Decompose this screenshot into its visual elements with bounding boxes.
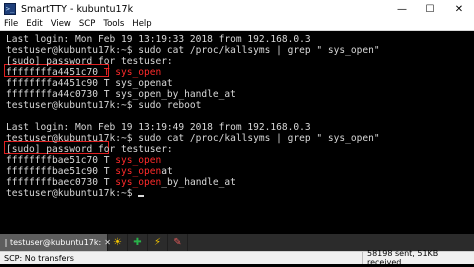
terminal-line: testuser@kubuntu17k:~$ sudo reboot — [6, 100, 201, 111]
terminal-line: testuser@kubuntu17k:~$ — [6, 188, 145, 199]
terminal-line: ffffffffbae51c70 T sys_open — [6, 155, 161, 166]
terminal-text: ffffffffa4451c90 T sys_openat — [6, 78, 173, 89]
terminal-text: _by_handle_at — [161, 177, 236, 188]
terminal-line: ffffffffa44c0730 T sys_open_by_handle_at — [6, 89, 236, 100]
terminal-scrollbar[interactable] — [465, 31, 474, 234]
menu-view[interactable]: View — [47, 18, 75, 30]
highlighted-text: sys_open — [115, 67, 162, 78]
terminal-line: ffffffffa4451c90 T sys_openat — [6, 78, 173, 89]
terminal-line: ffffffffbae51c90 T sys_openat — [6, 166, 173, 177]
terminal-text: Last login: Mon Feb 19 13:19:49 2018 fro… — [6, 122, 311, 133]
terminal-text: testuser@kubuntu17k:~$ sudo reboot — [6, 100, 202, 111]
terminal-output[interactable]: Last login: Mon Feb 19 13:19:33 2018 fro… — [0, 31, 474, 234]
terminal-text: [sudo] password for testuser: — [6, 56, 173, 67]
terminal-tab-icon — [5, 238, 7, 247]
terminal-line: ffffffffa4451c70 T sys_open — [6, 67, 161, 78]
highlighted-text: sys_open — [115, 166, 162, 177]
terminal-line: Last login: Mon Feb 19 13:19:49 2018 fro… — [6, 122, 311, 133]
window-title: SmartTTY - kubuntu17k — [21, 3, 134, 15]
menu-tools[interactable]: Tools — [99, 18, 128, 30]
terminal-text: testuser@kubuntu17k:~$ sudo cat /proc/ka… — [6, 133, 380, 144]
minimize-button[interactable]: — — [388, 0, 416, 18]
menu-bar: File Edit View SCP Tools Help — [0, 18, 474, 31]
terminal-text: at — [161, 166, 173, 177]
terminal-text: ffffffffa44c0730 T sys_open_by_handle_at — [6, 89, 236, 100]
terminal-line: [sudo] password for testuser: — [6, 56, 173, 67]
terminal-line: Last login: Mon Feb 19 13:19:33 2018 fro… — [6, 34, 311, 45]
plus-icon[interactable]: ✚ — [128, 234, 148, 251]
close-button[interactable]: ✕ — [444, 0, 474, 18]
transfer-stats: 58198 sent, 51KB received — [362, 249, 474, 267]
highlighted-text: sys_open — [115, 155, 162, 166]
terminal-text: Last login: Mon Feb 19 13:19:33 2018 fro… — [6, 34, 311, 45]
terminal-text: testuser@kubuntu17k:~$ sudo cat /proc/ka… — [6, 45, 380, 56]
terminal-text: ffffffffbaec0730 T — [6, 177, 116, 188]
sun-icon[interactable]: ☀ — [108, 234, 128, 251]
terminal-text: testuser@kubuntu17k:~$ — [6, 188, 139, 199]
status-bar: SCP: No transfers 58198 sent, 51KB recei… — [0, 249, 474, 267]
terminal-icon: >_ — [4, 3, 16, 15]
title-bar: >_ SmartTTY - kubuntu17k — ☐ ✕ — [0, 0, 474, 18]
terminal-text: ffffffffbae51c70 T — [6, 155, 116, 166]
terminal-line: ffffffffbaec0730 T sys_open_by_handle_at — [6, 177, 236, 188]
tab-session[interactable]: testuser@kubuntu17k: ✕ — [0, 234, 111, 251]
maximize-button[interactable]: ☐ — [416, 0, 444, 18]
terminal-line: testuser@kubuntu17k:~$ sudo cat /proc/ka… — [6, 45, 380, 56]
scp-status: SCP: No transfers — [4, 253, 74, 263]
menu-edit[interactable]: Edit — [22, 18, 46, 30]
terminal-text: ffffffffa4451c70 — [6, 67, 98, 78]
lightning-icon[interactable]: ⚡ — [148, 234, 168, 251]
terminal-line: testuser@kubuntu17k:~$ sudo cat /proc/ka… — [6, 133, 380, 144]
highlighted-text: sys_open — [115, 177, 162, 188]
pencil-icon[interactable]: ✎ — [168, 234, 188, 251]
terminal-text: ffffffffbae51c90 T — [6, 166, 116, 177]
menu-help[interactable]: Help — [128, 18, 155, 30]
terminal-text: [sudo] password for testuser: — [6, 144, 173, 155]
tab-label: testuser@kubuntu17k: — [10, 238, 102, 247]
menu-scp[interactable]: SCP — [75, 18, 99, 30]
text-cursor — [138, 195, 145, 197]
terminal-line: [sudo] password for testuser: — [6, 144, 173, 155]
menu-file[interactable]: File — [0, 18, 22, 30]
